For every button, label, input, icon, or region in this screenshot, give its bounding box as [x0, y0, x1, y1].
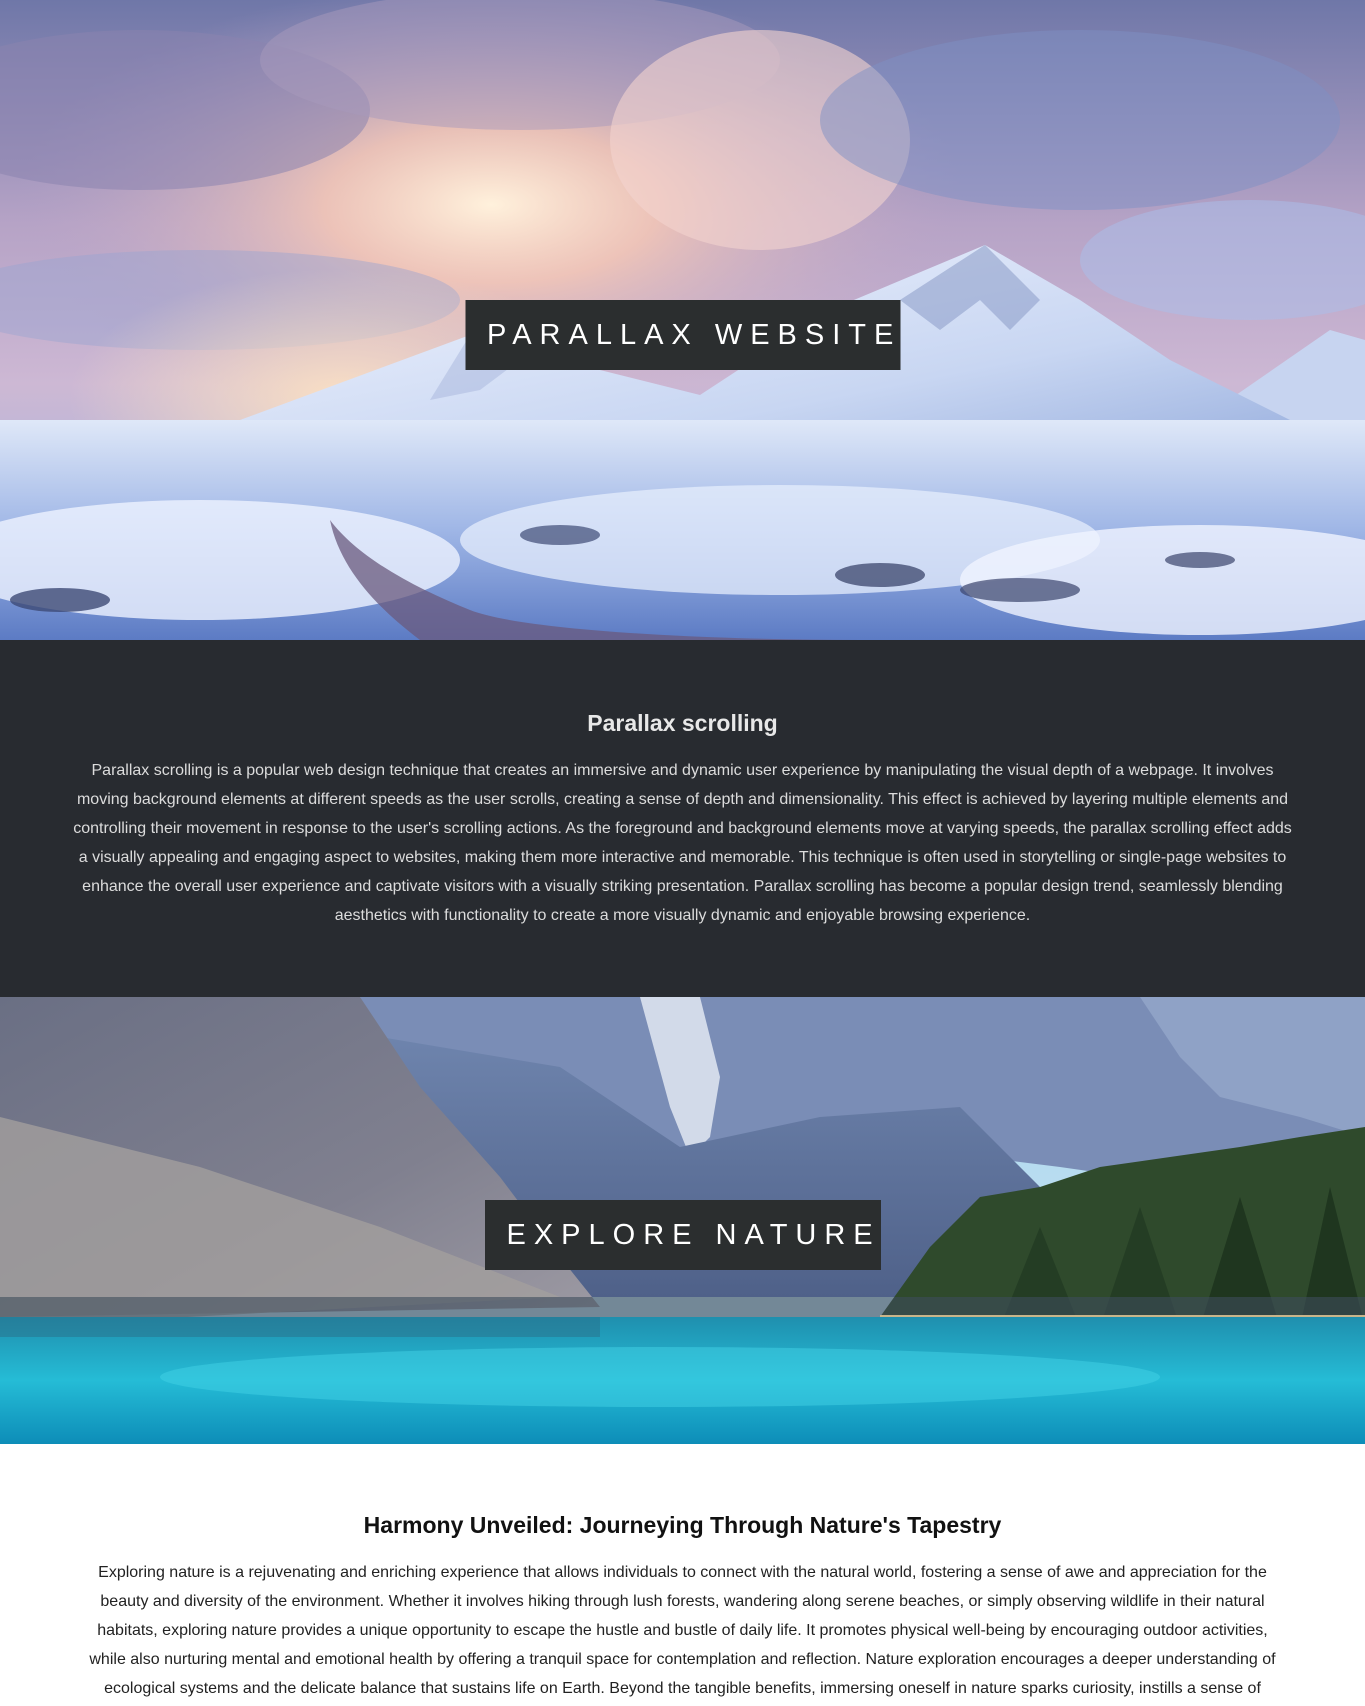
section-paragraph: Exploring nature is a rejuvenating and e…: [89, 1564, 1276, 1697]
hero-section-mountain: PARALLAX WEBSITE: [0, 0, 1365, 640]
hero-title-banner: PARALLAX WEBSITE: [465, 300, 900, 370]
hero-title-banner: EXPLORE NATURE: [484, 1200, 881, 1270]
section-paragraph: Parallax scrolling is a popular web desi…: [73, 762, 1292, 924]
explore-nature-section: Harmony Unveiled: Journeying Through Nat…: [0, 1444, 1365, 1706]
section-heading: Parallax scrolling: [587, 710, 778, 736]
parallax-scrolling-section: Parallax scrolling Parallax scrolling is…: [0, 640, 1365, 997]
section-heading: Harmony Unveiled: Journeying Through Nat…: [363, 1512, 1002, 1538]
hero-section-lake: EXPLORE NATURE: [0, 997, 1365, 1444]
